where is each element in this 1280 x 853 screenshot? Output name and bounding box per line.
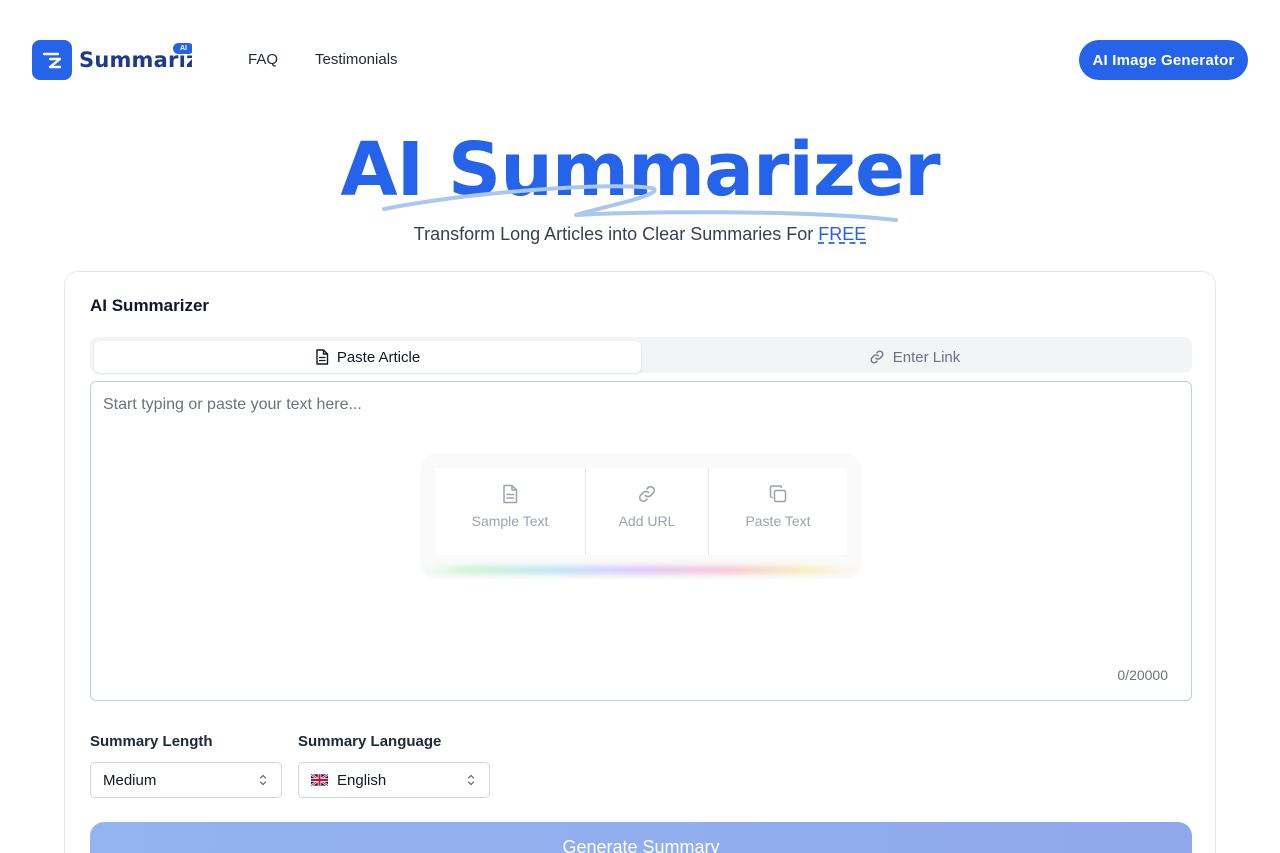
summary-length-label: Summary Length [90, 733, 213, 750]
summary-language-value: English [337, 771, 387, 789]
add-url-label: Add URL [618, 513, 676, 529]
quick-actions-row: Sample Text Add URL Paste Text [435, 468, 847, 555]
paste-text-button[interactable]: Paste Text [708, 468, 847, 555]
ai-badge: AI [173, 43, 192, 54]
input-mode-tabs: Paste Article Enter Link [90, 337, 1192, 373]
uk-flag-icon [311, 774, 328, 786]
quick-actions-panel: Sample Text Add URL Paste Text [420, 453, 862, 579]
hero-subtitle-text: Transform Long Articles into Clear Summa… [413, 224, 814, 244]
tab-label: Paste Article [336, 348, 421, 366]
free-highlight: FREE [818, 224, 867, 244]
sample-text-label: Sample Text [471, 513, 549, 529]
tab-paste-article[interactable]: Paste Article [94, 341, 641, 373]
link-icon [870, 350, 884, 364]
nav-faq[interactable]: FAQ [248, 51, 278, 68]
site-header: Summarizer AI FAQ Testimonials AI Image … [0, 0, 1280, 120]
document-icon [316, 349, 329, 365]
document-icon [503, 484, 518, 504]
chevron-up-down-icon [467, 774, 475, 786]
summarizer-card: AI Summarizer Paste Article Enter Link S… [64, 271, 1216, 853]
sample-text-button[interactable]: Sample Text [435, 468, 585, 555]
summary-language-label: Summary Language [298, 733, 442, 750]
article-input-box: Sample Text Add URL Paste Text [90, 381, 1192, 701]
summarizer-logo-icon [32, 40, 72, 80]
ai-image-generator-button[interactable]: AI Image Generator [1079, 40, 1248, 80]
copy-icon [769, 485, 787, 503]
generate-summary-button[interactable]: Generate Summary [90, 822, 1192, 853]
chevron-up-down-icon [259, 774, 267, 786]
link-icon [638, 485, 656, 503]
summary-length-select[interactable]: Medium [90, 762, 282, 798]
paste-text-label: Paste Text [745, 513, 811, 529]
tab-label: Enter Link [892, 348, 961, 366]
card-title: AI Summarizer [90, 296, 210, 315]
title-underline-squiggle [382, 184, 898, 222]
rainbow-glow [420, 566, 862, 574]
summary-language-select[interactable]: English [298, 762, 490, 798]
hero-subtitle: Transform Long Articles into Clear Summa… [0, 224, 1280, 245]
character-counter: 0/20000 [1117, 667, 1168, 683]
logo[interactable]: Summarizer AI [32, 40, 192, 80]
tab-enter-link[interactable]: Enter Link [641, 341, 1188, 373]
add-url-button[interactable]: Add URL [585, 468, 708, 555]
summary-length-value: Medium [103, 771, 157, 789]
nav-testimonials[interactable]: Testimonials [315, 51, 398, 68]
